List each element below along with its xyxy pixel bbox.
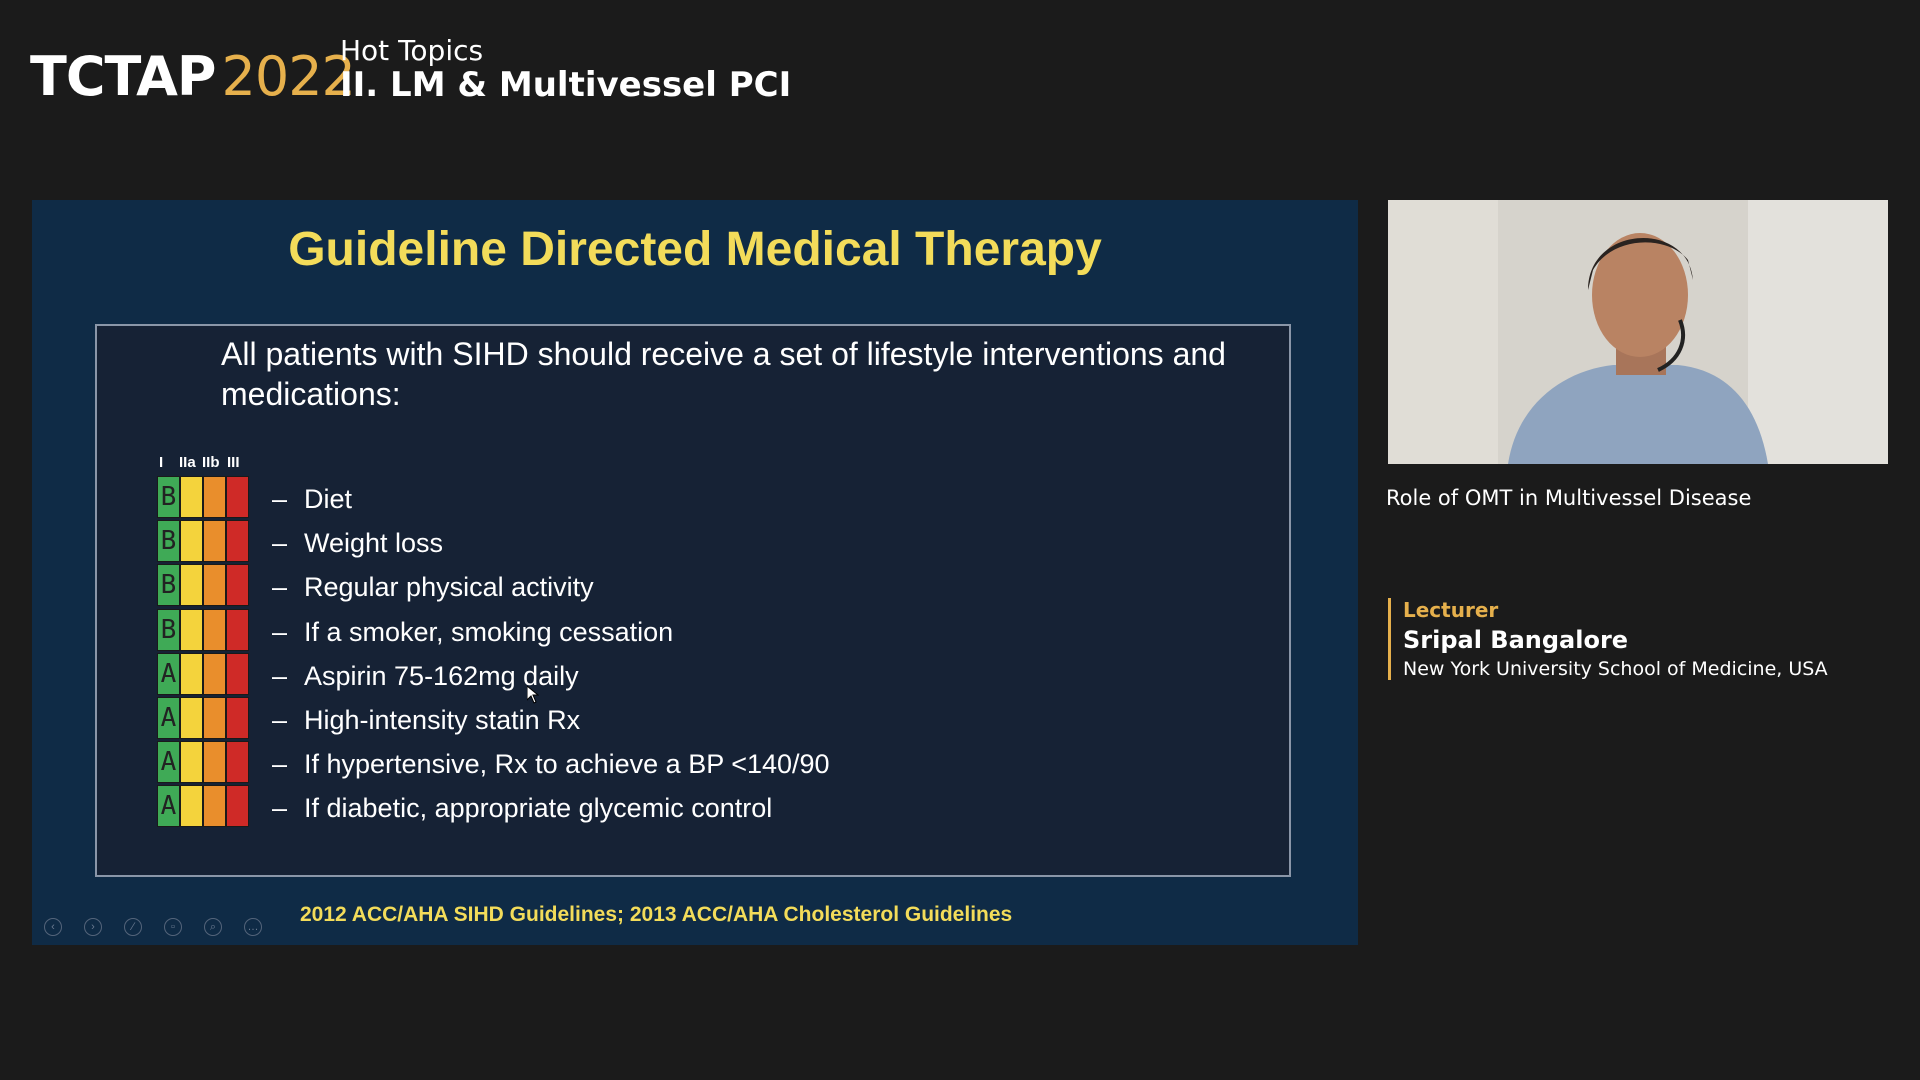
- list-item-text: Regular physical activity: [304, 572, 594, 603]
- class-row: A: [157, 785, 249, 828]
- class-cell: [180, 564, 203, 607]
- class-cell: [203, 697, 226, 739]
- presentation-slide: Guideline Directed Medical Therapy All p…: [32, 200, 1358, 945]
- class-cell: [180, 741, 203, 784]
- class-cell: [226, 785, 249, 828]
- slides-icon[interactable]: ▫: [164, 918, 182, 936]
- speaker-video: [1388, 200, 1888, 464]
- class-cell: [226, 520, 249, 563]
- class-cell: [180, 476, 203, 518]
- list-item-text: Diet: [304, 484, 353, 514]
- list-item: – Weight loss: [272, 522, 443, 564]
- evidence-level: A: [157, 741, 180, 784]
- dash-bullet: –: [272, 660, 288, 691]
- class-row: B: [157, 476, 249, 518]
- class-cell: [203, 741, 226, 784]
- next-icon[interactable]: ›: [84, 918, 102, 936]
- class-row: B: [157, 564, 249, 607]
- class-cell: [203, 785, 226, 828]
- class-cell: [203, 608, 226, 651]
- list-item: – If diabetic, appropriate glycemic contr…: [272, 787, 772, 829]
- talk-title: Role of OMT in Multivessel Disease: [1386, 486, 1752, 510]
- class-cell: [203, 476, 226, 518]
- class-cell: [203, 520, 226, 563]
- slide-controls: ‹ › ∕ ▫ ⌕ …: [44, 918, 262, 936]
- slide-title: Guideline Directed Medical Therapy: [288, 223, 1102, 276]
- slide-content-box: All patients with SIHD should receive a …: [95, 324, 1291, 877]
- dash-bullet: –: [272, 616, 288, 647]
- brand-year: 2022: [221, 45, 355, 108]
- lecturer-name: Sripal Bangalore: [1403, 626, 1629, 654]
- class-header: IIb: [202, 454, 220, 471]
- dash-bullet: –: [272, 793, 288, 824]
- class-cell: [226, 564, 249, 607]
- evidence-level: A: [157, 785, 180, 828]
- dash-bullet: –: [272, 528, 288, 559]
- list-item: – Regular physical activity: [272, 566, 594, 608]
- class-row: B: [157, 520, 249, 563]
- list-item-text: If a smoker, smoking cessation: [304, 616, 674, 647]
- list-item: – Diet: [272, 478, 352, 520]
- evidence-level: B: [157, 476, 180, 518]
- evidence-level: B: [157, 520, 180, 563]
- pen-icon[interactable]: ∕: [124, 918, 142, 936]
- class-cell: [180, 652, 203, 695]
- list-item: – If hypertensive, Rx to achieve a BP <14…: [272, 743, 830, 785]
- class-cell: [180, 520, 203, 563]
- list-item-text: High-intensity statin Rx: [304, 705, 581, 735]
- more-icon[interactable]: …: [244, 918, 262, 936]
- list-item: – High-intensity statin Rx: [272, 699, 580, 741]
- class-row: A: [157, 697, 249, 739]
- list-item-text: If diabetic, appropriate glycemic contro…: [304, 793, 773, 824]
- brand-name: TCTAP: [30, 45, 216, 108]
- evidence-level: A: [157, 697, 180, 739]
- class-header: IIa: [179, 454, 196, 471]
- list-item-text: If hypertensive, Rx to achieve a BP <140…: [304, 749, 830, 780]
- mouse-cursor-icon: [527, 686, 539, 704]
- class-cell: [180, 697, 203, 739]
- list-item-text: Weight loss: [304, 528, 444, 559]
- dash-bullet: –: [272, 749, 288, 780]
- class-cell: [203, 652, 226, 695]
- evidence-level: A: [157, 652, 180, 695]
- class-header: I: [159, 454, 164, 471]
- dash-bullet: –: [272, 484, 288, 514]
- class-cell: [180, 785, 203, 828]
- class-cell: [203, 564, 226, 607]
- dash-bullet: –: [272, 705, 288, 735]
- session-title: II. LM & Multivessel PCI: [340, 64, 792, 105]
- class-cell: [226, 741, 249, 784]
- prev-icon[interactable]: ‹: [44, 918, 62, 936]
- class-cell: [226, 652, 249, 695]
- event-logo: TCTAP 2022: [30, 50, 356, 104]
- class-cell: [226, 697, 249, 739]
- session-subtitle: Hot Topics: [340, 34, 484, 67]
- slide-intro-text: All patients with SIHD should receive a …: [221, 336, 1226, 412]
- class-cell: [180, 608, 203, 651]
- class-cell: [226, 608, 249, 651]
- zoom-icon[interactable]: ⌕: [204, 918, 222, 936]
- speaker-video-frame: [1388, 200, 1888, 464]
- evidence-level: B: [157, 608, 180, 651]
- session-heading: Hot Topics II. LM & Multivessel PCI: [340, 34, 792, 105]
- dash-bullet: –: [272, 572, 288, 603]
- list-item: – If a smoker, smoking cessation: [272, 611, 673, 653]
- lecturer-card: Lecturer Sripal Bangalore New York Unive…: [1388, 598, 1843, 680]
- class-row: B: [157, 608, 249, 651]
- class-header: III: [227, 454, 240, 471]
- lecturer-affiliation: New York University School of Medicine, …: [1403, 658, 1828, 680]
- class-row: A: [157, 652, 249, 695]
- evidence-level: B: [157, 564, 180, 607]
- slide-citation: 2012 ACC/AHA SIHD Guidelines; 2013 ACC/A…: [300, 903, 1013, 926]
- lecturer-role-label: Lecturer: [1403, 598, 1499, 622]
- class-row: A: [157, 741, 249, 784]
- class-cell: [226, 476, 249, 518]
